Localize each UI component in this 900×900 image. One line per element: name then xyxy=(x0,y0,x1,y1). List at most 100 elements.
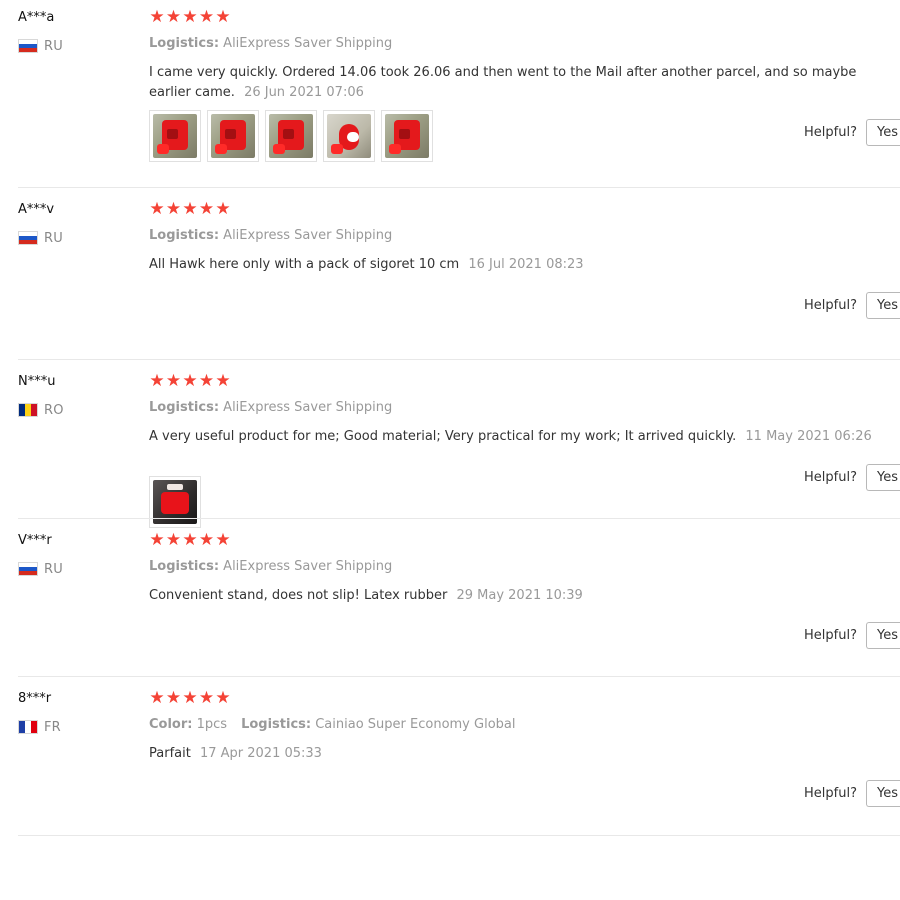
country-flag-icon xyxy=(18,39,38,53)
country-code: FR xyxy=(44,719,61,735)
helpful-yes-button[interactable]: Yes xyxy=(866,464,900,491)
review-text-block: All Hawk here only with a pack of sigore… xyxy=(149,255,889,275)
star-icon: ★ xyxy=(149,530,165,550)
review-item: N***u RO ★ ★ ★ ★ ★ Logistics: AliExpress Sav… xyxy=(18,364,900,519)
order-info-value: AliExpress Saver Shipping xyxy=(223,400,393,415)
star-icon: ★ xyxy=(182,688,198,708)
review-date: 26 Jun 2021 07:06 xyxy=(244,85,364,100)
helpful-yes-button[interactable]: Yes xyxy=(866,292,900,319)
order-info: Logistics: AliExpress Saver Shipping xyxy=(149,400,392,415)
country-code: RU xyxy=(44,230,63,246)
star-rating: ★ ★ ★ ★ ★ xyxy=(149,9,232,27)
helpful-vote: Helpful? Yes xyxy=(804,119,900,146)
review-date: 11 May 2021 06:26 xyxy=(745,429,872,444)
reviewer-country: RO xyxy=(18,402,64,418)
reviewer-country: RU xyxy=(18,230,63,246)
reviewer-name: A***v xyxy=(18,202,55,217)
star-icon: ★ xyxy=(165,371,182,391)
helpful-vote: Helpful? Yes xyxy=(804,622,900,649)
star-icon: ★ xyxy=(149,688,165,708)
review-text-block: I came very quickly. Ordered 14.06 took … xyxy=(149,63,889,103)
star-icon: ★ xyxy=(215,688,231,708)
review-text-block: A very useful product for me; Good mater… xyxy=(149,427,889,447)
helpful-yes-button[interactable]: Yes xyxy=(866,622,900,649)
review-text: Convenient stand, does not slip! Latex r… xyxy=(149,588,448,603)
order-info-label: Logistics: xyxy=(241,717,312,732)
review-text-block: Parfait 17 Apr 2021 05:33 xyxy=(149,744,889,764)
star-icon: ★ xyxy=(182,371,198,391)
product-photo xyxy=(211,114,255,158)
review-date: 16 Jul 2021 08:23 xyxy=(468,257,584,272)
country-code: RU xyxy=(44,38,63,54)
star-icon: ★ xyxy=(215,7,231,27)
star-icon: ★ xyxy=(215,199,231,219)
order-info-label: Logistics: xyxy=(149,400,220,415)
review-text-block: Convenient stand, does not slip! Latex r… xyxy=(149,586,889,606)
review-photo-thumbnail[interactable] xyxy=(381,110,433,162)
star-icon: ★ xyxy=(165,199,182,219)
reviewer-name: V***r xyxy=(18,533,52,548)
product-photo xyxy=(385,114,429,158)
review-text: A very useful product for me; Good mater… xyxy=(149,429,737,444)
review-text: Parfait xyxy=(149,746,191,761)
review-text: All Hawk here only with a pack of sigore… xyxy=(149,257,460,272)
reviewer-country: RU xyxy=(18,38,63,54)
reviewer-name: A***a xyxy=(18,10,55,25)
order-info-value: 1pcs xyxy=(196,717,228,732)
star-icon: ★ xyxy=(165,7,182,27)
review-photos xyxy=(149,110,433,162)
review-item: A***a RU ★ ★ ★ ★ ★ Logistics: AliExpress Sav… xyxy=(18,0,900,188)
review-photo-thumbnail[interactable] xyxy=(207,110,259,162)
reviewer-name: N***u xyxy=(18,374,56,389)
order-info: Logistics: AliExpress Saver Shipping xyxy=(149,228,392,243)
order-info-label: Logistics: xyxy=(149,228,220,243)
country-flag-icon xyxy=(18,403,38,417)
star-icon: ★ xyxy=(198,530,215,550)
reviewer-country: FR xyxy=(18,719,61,735)
product-photo xyxy=(269,114,313,158)
helpful-yes-button[interactable]: Yes xyxy=(866,119,900,146)
country-code: RU xyxy=(44,561,63,577)
order-info-label: Logistics: xyxy=(149,36,220,51)
helpful-label: Helpful? xyxy=(804,125,857,140)
star-icon: ★ xyxy=(165,688,182,708)
helpful-label: Helpful? xyxy=(804,298,857,313)
star-icon: ★ xyxy=(198,371,215,391)
review-item: 8***r FR ★ ★ ★ ★ ★ Color: 1pcs Logistics: Cai… xyxy=(18,681,900,836)
helpful-label: Helpful? xyxy=(804,628,857,643)
order-info: Logistics: AliExpress Saver Shipping xyxy=(149,36,392,51)
star-icon: ★ xyxy=(165,530,182,550)
review-date: 29 May 2021 10:39 xyxy=(456,588,583,603)
star-icon: ★ xyxy=(182,530,198,550)
review-date: 17 Apr 2021 05:33 xyxy=(199,746,322,761)
helpful-yes-button[interactable]: Yes xyxy=(866,780,900,807)
star-icon: ★ xyxy=(198,688,215,708)
helpful-label: Helpful? xyxy=(804,470,857,485)
star-icon: ★ xyxy=(198,7,215,27)
star-icon: ★ xyxy=(215,530,231,550)
helpful-vote: Helpful? Yes xyxy=(804,464,900,491)
product-photo xyxy=(153,114,197,158)
order-info-label: Logistics: xyxy=(149,559,220,574)
order-info: Color: 1pcs Logistics: Cainiao Super Econ… xyxy=(149,717,515,732)
country-flag-icon xyxy=(18,562,38,576)
star-icon: ★ xyxy=(182,7,198,27)
review-photo-thumbnail[interactable] xyxy=(149,110,201,162)
order-info-value: AliExpress Saver Shipping xyxy=(223,559,393,574)
order-info: Logistics: AliExpress Saver Shipping xyxy=(149,559,392,574)
star-icon: ★ xyxy=(149,7,165,27)
order-info-value: AliExpress Saver Shipping xyxy=(223,228,393,243)
reviewer-name: 8***r xyxy=(18,691,52,706)
star-rating: ★ ★ ★ ★ ★ xyxy=(149,690,232,708)
country-flag-icon xyxy=(18,720,38,734)
product-photo xyxy=(327,114,371,158)
review-photo-thumbnail[interactable] xyxy=(265,110,317,162)
order-info-value: Cainiao Super Economy Global xyxy=(315,717,516,732)
helpful-label: Helpful? xyxy=(804,786,857,801)
review-photo-thumbnail[interactable] xyxy=(323,110,375,162)
order-info-value: AliExpress Saver Shipping xyxy=(223,36,393,51)
star-icon: ★ xyxy=(182,199,198,219)
star-icon: ★ xyxy=(149,371,165,391)
reviewer-country: RU xyxy=(18,561,63,577)
star-rating: ★ ★ ★ ★ ★ xyxy=(149,201,232,219)
